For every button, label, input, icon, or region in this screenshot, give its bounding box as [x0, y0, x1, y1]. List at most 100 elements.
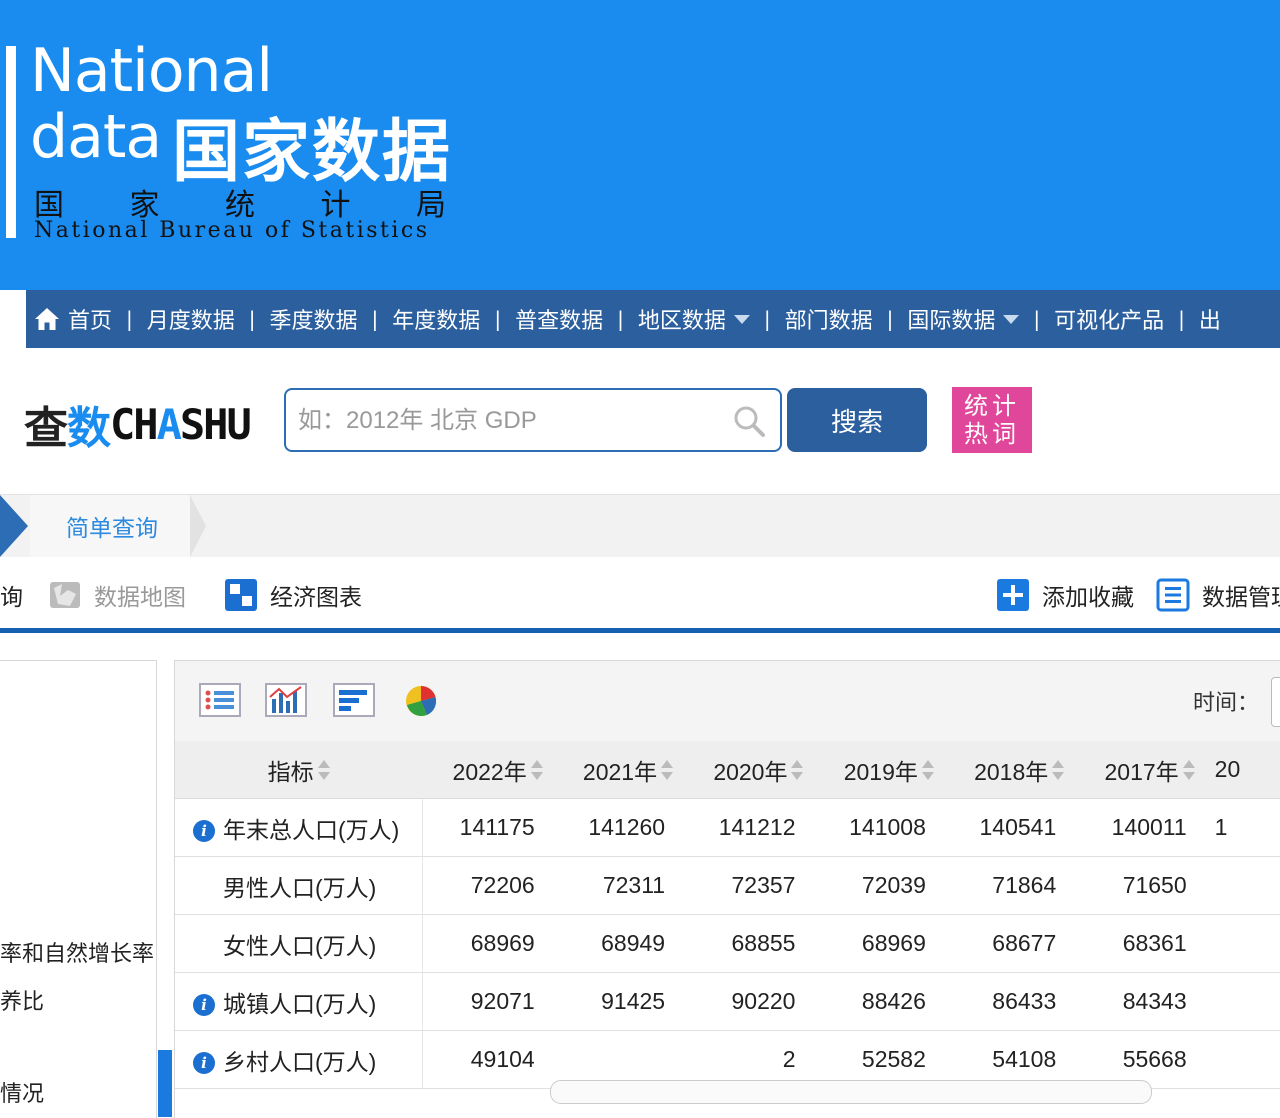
tree-item[interactable]: 率和自然增长率 — [0, 936, 154, 968]
table-cell: 68361 — [1074, 914, 1205, 973]
row-indicator-label: 男性人口(万人) — [223, 874, 377, 901]
sort-icon[interactable] — [530, 760, 543, 782]
horizontal-bar-icon[interactable] — [333, 683, 375, 717]
column-header-label: 2017年 — [1104, 758, 1179, 785]
table-cell: 140011 — [1074, 798, 1205, 857]
plus-icon — [997, 579, 1029, 611]
column-header-year[interactable]: 2020年 — [683, 741, 814, 799]
table-cell: 68969 — [813, 914, 944, 973]
indicator-tree-panel — [0, 660, 157, 1118]
nav-item-monthly[interactable]: 月度数据 — [139, 303, 243, 335]
hot-words-button[interactable]: 统计 热词 — [952, 387, 1032, 453]
table-cell: 92071 — [422, 972, 553, 1031]
toolbar-query-cut-label: 询 — [0, 585, 23, 611]
table-cell — [1204, 914, 1280, 973]
nav-item-annual[interactable]: 年度数据 — [384, 303, 488, 335]
search-input[interactable] — [296, 400, 730, 442]
search-box — [284, 388, 782, 452]
nav-item-publications[interactable]: 出 — [1191, 303, 1229, 335]
table-cell: 86433 — [943, 972, 1075, 1031]
column-header-label: 2020年 — [713, 758, 788, 785]
column-header-label: 指标 — [267, 758, 314, 785]
column-header-label: 2018年 — [974, 758, 1049, 785]
sort-icon[interactable] — [921, 760, 934, 782]
sort-icon[interactable] — [791, 760, 804, 782]
chashu-logo-latin3: SHU — [179, 399, 252, 449]
toolbar-econ-chart[interactable]: 经济图表 — [224, 578, 362, 612]
row-indicator: i 乡村人口(万人) — [175, 1030, 423, 1089]
data-table: 指标 2022年 2021年 2020年 2019年 2018年 2017年 2… — [175, 741, 1280, 1089]
tree-item[interactable]: 养比 — [0, 984, 44, 1016]
nav-item-census[interactable]: 普查数据 — [507, 303, 611, 335]
column-header-year[interactable]: 2018年 — [943, 741, 1075, 799]
nav-item-visualization[interactable]: 可视化产品 — [1046, 303, 1172, 335]
hot-words-line2: 热词 — [964, 420, 1020, 448]
column-header-label: 2021年 — [582, 758, 658, 785]
nav-item-home[interactable]: 首页 — [68, 303, 120, 335]
tree-scrollbar[interactable] — [158, 1050, 172, 1117]
table-cell: 49104 — [422, 1030, 553, 1089]
column-header-year[interactable]: 2017年 — [1074, 741, 1205, 799]
nav-separator: | — [371, 307, 379, 331]
nav-item-department[interactable]: 部门数据 — [777, 303, 881, 335]
row-indicator: i 年末总人口(万人) — [175, 798, 423, 857]
logo-english-line2: data — [30, 102, 162, 172]
sort-icon[interactable] — [317, 760, 330, 782]
info-icon[interactable]: i — [193, 820, 215, 843]
nav-separator: | — [1033, 307, 1041, 331]
map-icon — [50, 582, 80, 608]
table-cell: 141008 — [813, 798, 944, 857]
nav-item-regional-label: 地区数据 — [637, 309, 726, 334]
chevron-down-icon — [1003, 314, 1020, 324]
nav-item-international-label: 国际数据 — [907, 309, 996, 334]
sort-icon[interactable] — [1182, 760, 1195, 782]
header-edge-bar — [6, 46, 16, 238]
horizontal-scrollbar[interactable] — [550, 1080, 1152, 1104]
nav-item-quarterly[interactable]: 季度数据 — [262, 303, 366, 335]
row-indicator: 女性人口(万人) — [175, 914, 423, 973]
toolbar-query-cut[interactable]: 询 — [0, 578, 23, 612]
info-icon[interactable]: i — [193, 994, 215, 1017]
sort-icon[interactable] — [1052, 760, 1065, 782]
list-manage-icon — [1156, 578, 1190, 612]
table-cell: 140541 — [943, 798, 1075, 857]
breadcrumb: 简单查询 — [0, 494, 1280, 558]
column-header-year[interactable]: 2021年 — [552, 741, 684, 799]
table-view-icon[interactable] — [199, 683, 241, 717]
chashu-logo-latin2: A — [156, 399, 182, 449]
column-header-indicator[interactable]: 指标 — [175, 741, 423, 799]
nav-item-international[interactable]: 国际数据 — [899, 303, 1027, 335]
table-cell — [1204, 856, 1280, 915]
breadcrumb-simple-query[interactable]: 简单查询 — [66, 509, 158, 543]
table-cell: 1 — [1204, 798, 1280, 857]
column-header-year[interactable]: 2022年 — [422, 741, 553, 799]
nav-separator: | — [248, 307, 256, 331]
row-indicator-label: 年末总人口(万人) — [223, 816, 400, 843]
info-icon[interactable]: i — [193, 1052, 215, 1075]
column-header-year[interactable]: 2019年 — [813, 741, 944, 799]
time-select[interactable] — [1271, 677, 1280, 727]
table-cell: 141175 — [422, 798, 553, 857]
column-header-year[interactable]: 20 — [1204, 741, 1280, 799]
row-indicator: 男性人口(万人) — [175, 856, 423, 915]
row-indicator-label: 女性人口(万人) — [223, 932, 377, 959]
chashu-logo[interactable]: 查 数 CH A SHU — [24, 392, 252, 456]
chashu-logo-char1: 查 — [24, 403, 68, 454]
table-cell: 141260 — [552, 798, 684, 857]
search-button[interactable]: 搜索 — [787, 388, 927, 452]
chart-grid-icon — [225, 579, 257, 611]
toolbar-add-favorite[interactable]: 添加收藏 — [996, 578, 1134, 612]
table-row: 女性人口(万人) 68969 68949 68855 68969 68677 6… — [175, 914, 1280, 973]
pie-chart-icon[interactable] — [401, 683, 443, 717]
table-cell: 68949 — [552, 914, 684, 973]
nav-item-regional[interactable]: 地区数据 — [630, 303, 758, 335]
sort-icon[interactable] — [661, 760, 674, 782]
table-cell: 72311 — [552, 856, 684, 915]
toolbar-data-map[interactable]: 数据地图 — [48, 578, 186, 612]
toolbar-data-manage[interactable]: 数据管理 — [1156, 578, 1280, 612]
tree-item[interactable]: 情况 — [0, 1076, 44, 1108]
search-icon[interactable] — [732, 404, 766, 438]
home-icon[interactable] — [34, 306, 60, 332]
bar-chart-icon[interactable] — [265, 683, 307, 717]
hot-words-line1: 统计 — [964, 392, 1020, 420]
